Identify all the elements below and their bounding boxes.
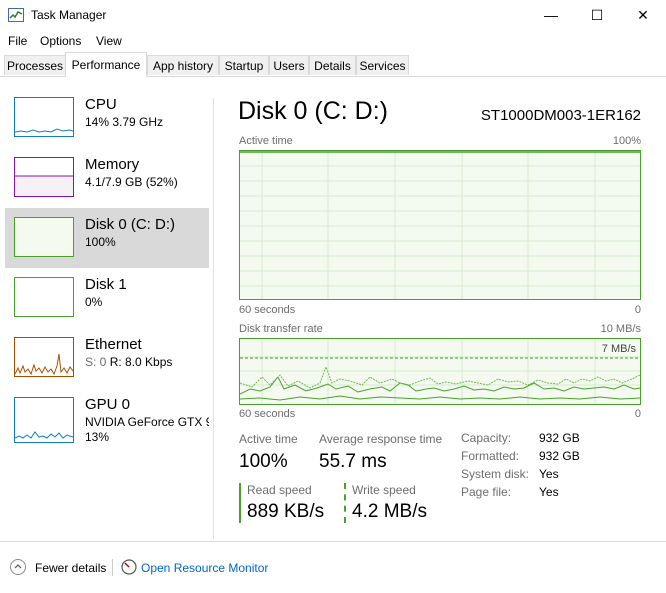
formatted-label: Formatted: [461, 449, 520, 463]
sidebar-item-memory[interactable]: Memory 4.1/7.9 GB (52%) [5, 148, 209, 208]
memory-title: Memory [85, 156, 140, 173]
close-icon: ✕ [637, 7, 649, 23]
system-disk-label: System disk: [461, 467, 530, 481]
ethernet-title: Ethernet [85, 336, 142, 353]
title-bar: Task Manager — ☐ ✕ [0, 0, 666, 31]
capacity-value: 932 GB [539, 431, 580, 445]
transfer-rate-reference: 7 MB/s [601, 343, 636, 355]
sidebar-item-disk-0[interactable]: Disk 0 (C: D:) 100% [5, 208, 209, 268]
active-time-graph-label: Active time [239, 135, 293, 147]
gpu-usage: 13% [85, 430, 110, 444]
sidebar-item-gpu-0[interactable]: GPU 0 NVIDIA GeForce GTX 960 13% [5, 388, 209, 460]
memory-usage: 4.1/7.9 GB (52%) [85, 175, 178, 189]
write-speed-indicator [344, 483, 346, 523]
ethernet-send: S: 0 [85, 355, 107, 369]
formatted-value: 932 GB [539, 449, 580, 463]
tab-processes[interactable]: Processes [4, 55, 66, 75]
menu-options[interactable]: Options [40, 34, 81, 48]
disk-detail-panel: Disk 0 (C: D:) ST1000DM003-1ER162 Active… [214, 77, 666, 541]
gpu-thumbnail-graph [14, 397, 74, 443]
transfer-rate-graph-duration: 60 seconds [239, 408, 296, 420]
active-time-stat-value: 100% [239, 451, 288, 472]
disk-0-usage: 100% [85, 235, 116, 249]
ethernet-usage: S: 0 R: 8.0 Kbps [85, 355, 172, 369]
cpu-thumbnail-graph [14, 97, 74, 137]
transfer-rate-graph-max: 10 MB/s [600, 323, 641, 335]
footer-bar: Fewer details Open Resource Monitor [0, 542, 666, 593]
active-time-graph [239, 150, 641, 300]
tab-performance[interactable]: Performance [65, 52, 147, 77]
fewer-details-button[interactable] [10, 559, 26, 575]
page-title: Disk 0 (C: D:) [238, 97, 388, 125]
capacity-label: Capacity: [461, 431, 512, 445]
maximize-button[interactable]: ☐ [574, 0, 620, 31]
page-file-value: Yes [539, 485, 559, 499]
maximize-icon: ☐ [590, 7, 604, 23]
ethernet-thumbnail-graph [14, 337, 74, 377]
tab-details[interactable]: Details [309, 55, 356, 75]
menu-bar: File Options View [0, 31, 666, 51]
chevron-up-icon [14, 564, 22, 569]
disk-1-usage: 0% [85, 295, 103, 309]
footer-separator [112, 559, 113, 576]
active-time-graph-min: 0 [634, 304, 641, 316]
fewer-details-link[interactable]: Fewer details [35, 561, 106, 575]
read-speed-indicator [239, 483, 241, 523]
disk-1-thumbnail-graph [14, 277, 74, 317]
active-time-graph-duration: 60 seconds [239, 304, 296, 316]
resource-list: CPU 14% 3.79 GHz Memory 4.1/7.9 GB (52%)… [0, 77, 212, 541]
read-speed-label: Read speed [247, 483, 312, 497]
open-resource-monitor-link[interactable]: Open Resource Monitor [141, 561, 268, 575]
sidebar-item-cpu[interactable]: CPU 14% 3.79 GHz [5, 88, 209, 148]
transfer-rate-graph-min: 0 [634, 408, 641, 420]
memory-thumbnail-graph [14, 157, 74, 197]
cpu-title: CPU [85, 96, 117, 113]
disk-0-thumbnail-graph [14, 217, 74, 257]
tab-startup[interactable]: Startup [219, 55, 269, 75]
write-speed-label: Write speed [352, 483, 416, 497]
menu-file[interactable]: File [8, 34, 27, 48]
disk-0-title: Disk 0 (C: D:) [85, 216, 175, 233]
close-button[interactable]: ✕ [620, 0, 666, 31]
sidebar-item-ethernet[interactable]: Ethernet S: 0 R: 8.0 Kbps [5, 328, 209, 388]
active-time-stat-label: Active time [239, 432, 298, 446]
performance-panel: CPU 14% 3.79 GHz Memory 4.1/7.9 GB (52%)… [0, 77, 666, 542]
minimize-button[interactable]: — [528, 0, 574, 31]
page-file-label: Page file: [461, 485, 512, 499]
tab-users[interactable]: Users [269, 55, 309, 75]
read-speed-value: 889 KB/s [247, 501, 325, 522]
tab-app-history[interactable]: App history [147, 55, 219, 75]
task-manager-app-icon [8, 8, 24, 22]
write-speed-value: 4.2 MB/s [352, 501, 427, 522]
tab-strip: Processes Performance App history Startu… [0, 52, 666, 77]
avg-response-time-value: 55.7 ms [319, 451, 387, 472]
menu-view[interactable]: View [96, 34, 122, 48]
minimize-icon: — [544, 7, 558, 23]
active-time-graph-max: 100% [612, 135, 641, 147]
transfer-rate-graph-label: Disk transfer rate [239, 323, 323, 335]
disk-model: ST1000DM003-1ER162 [480, 107, 641, 124]
disk-1-title: Disk 1 [85, 276, 127, 293]
sidebar-item-disk-1[interactable]: Disk 1 0% [5, 268, 209, 328]
system-disk-value: Yes [539, 467, 559, 481]
avg-response-time-label: Average response time [319, 432, 443, 446]
ethernet-receive: R: 8.0 Kbps [109, 355, 173, 369]
gpu-name: NVIDIA GeForce GTX 960 [85, 415, 209, 429]
cpu-usage: 14% 3.79 GHz [85, 115, 164, 129]
tab-services[interactable]: Services [356, 55, 409, 75]
window-title: Task Manager [31, 8, 107, 22]
resource-monitor-icon [121, 559, 137, 575]
gpu-title: GPU 0 [85, 396, 131, 413]
transfer-rate-graph: 7 MB/s [239, 338, 641, 405]
